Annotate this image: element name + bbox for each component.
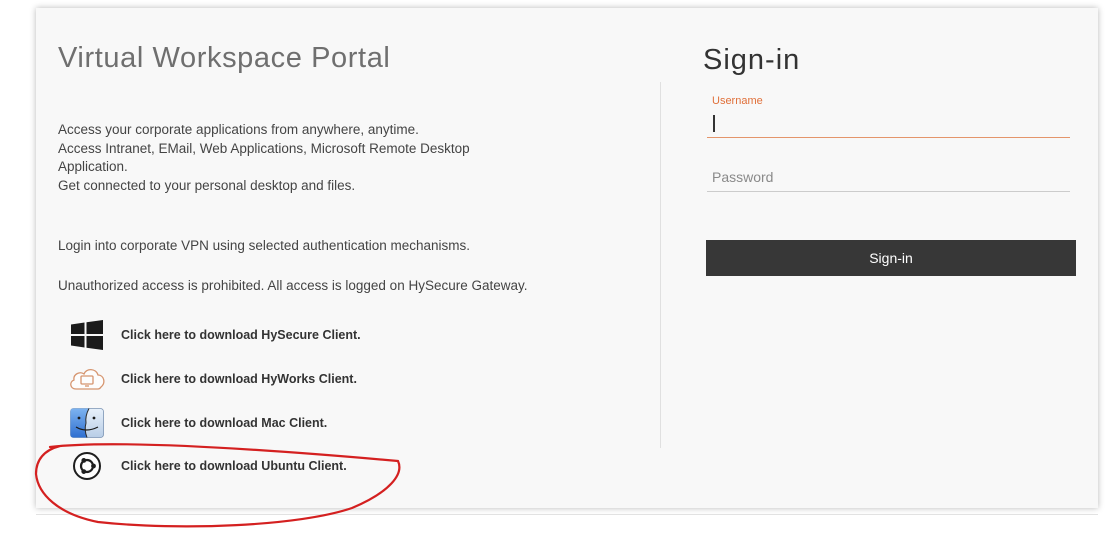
portal-description: Access your corporate applications from …	[58, 121, 470, 195]
download-link-text[interactable]: Click here to download HyWorks Client.	[121, 372, 357, 386]
username-label: Username	[712, 95, 763, 107]
vpn-text: Login into corporate VPN using selected …	[58, 237, 470, 256]
username-input[interactable]	[707, 110, 1070, 138]
column-divider	[660, 82, 661, 448]
description-line: Access Intranet, EMail, Web Applications…	[58, 140, 470, 156]
mac-finder-icon	[66, 406, 108, 440]
description-line: Application.	[58, 159, 128, 174]
download-link-text[interactable]: Click here to download Mac Client.	[121, 416, 327, 430]
ubuntu-logo-icon	[66, 449, 108, 483]
download-hyworks-link[interactable]: Click here to download HyWorks Client.	[66, 362, 357, 396]
windows-logo-icon	[66, 318, 108, 352]
bottom-divider	[36, 514, 1098, 515]
cloud-monitor-icon	[66, 362, 108, 396]
description-line: Access your corporate applications from …	[58, 122, 419, 137]
portal-title: Virtual Workspace Portal	[58, 42, 391, 74]
description-line: Get connected to your personal desktop a…	[58, 177, 356, 193]
download-mac-link[interactable]: Click here to download Mac Client.	[66, 406, 327, 440]
download-link-text[interactable]: Click here to download Ubuntu Client.	[121, 459, 347, 473]
warning-text: Unauthorized access is prohibited. All a…	[58, 277, 528, 296]
signin-button[interactable]: Sign-in	[706, 240, 1076, 276]
download-link-text[interactable]: Click here to download HySecure Client.	[121, 328, 361, 342]
download-ubuntu-link[interactable]: Click here to download Ubuntu Client.	[66, 449, 347, 483]
text-caret	[713, 115, 715, 132]
warning-line: Unauthorized access is prohibited. All a…	[58, 278, 528, 293]
password-input[interactable]	[707, 162, 1070, 192]
signin-title: Sign-in	[703, 44, 801, 76]
download-hysecure-link[interactable]: Click here to download HySecure Client.	[66, 318, 361, 352]
page: Virtual Workspace Portal Access your cor…	[0, 0, 1108, 541]
vpn-line: Login into corporate VPN using selected …	[58, 238, 470, 253]
